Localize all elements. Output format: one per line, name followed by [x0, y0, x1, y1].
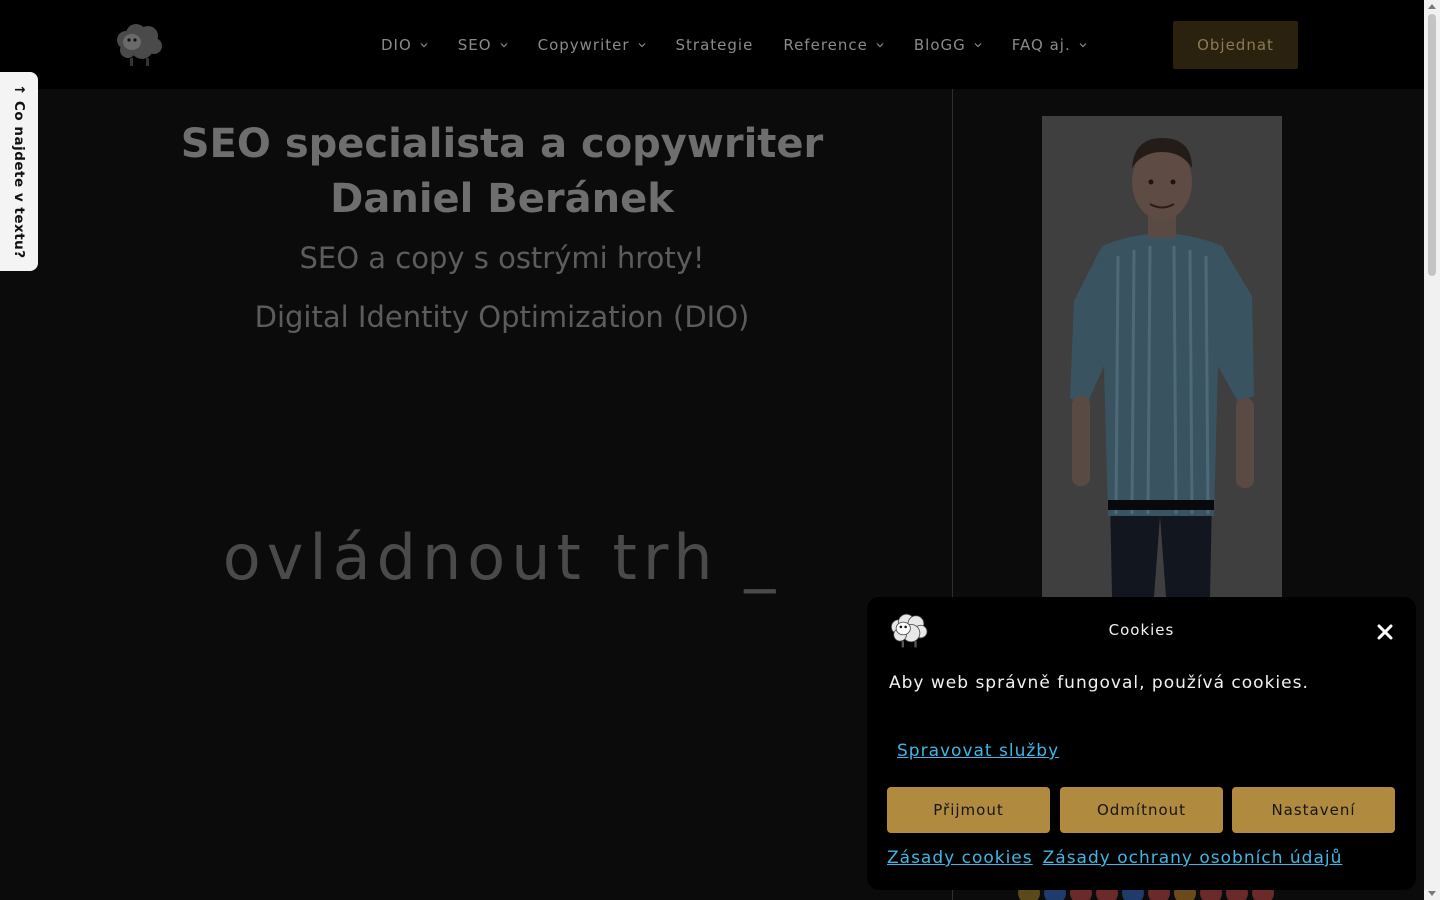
nav-item-blogg[interactable]: BloGG [899, 0, 997, 89]
typed-headline: ovládnout trh _ [222, 521, 782, 594]
nav-label: DIO [381, 35, 412, 54]
chevron-down-icon [876, 42, 884, 47]
cookie-title: Cookies [1108, 621, 1175, 639]
portrait-photo [1042, 116, 1282, 597]
page-scrollbar[interactable] [1424, 0, 1440, 900]
cookie-policy-links: Zásady cookies Zásady ochrany osobních ú… [887, 848, 1342, 868]
order-button[interactable]: Objednat [1173, 21, 1298, 69]
accept-button[interactable]: Přijmout [887, 787, 1050, 833]
nav-item-dio[interactable]: DIO [366, 0, 443, 89]
nav-label: SEO [457, 35, 492, 54]
chevron-down-icon [420, 42, 428, 47]
sheep-logo-icon[interactable] [112, 20, 164, 68]
title-line-2: Daniel Beránek [330, 176, 674, 222]
main-nav: DIO SEO Copywriter Strategie Reference B… [366, 0, 1102, 89]
chevron-down-icon [638, 42, 645, 47]
nav-label: BloGG [913, 35, 966, 54]
site-header: DIO SEO Copywriter Strategie Reference B… [0, 0, 1424, 89]
cookie-policy-link[interactable]: Zásady cookies [887, 848, 1033, 868]
chevron-down-icon [974, 42, 982, 47]
settings-button[interactable]: Nastavení [1232, 787, 1395, 833]
table-of-contents-tab[interactable]: ↑ Co najdete v textu? [0, 72, 38, 271]
chevron-down-icon [500, 42, 508, 47]
cookie-banner: Cookies Aby web správně fungoval, použív… [867, 597, 1416, 890]
nav-label: Copywriter [537, 35, 630, 54]
nav-item-seo[interactable]: SEO [443, 0, 523, 89]
hero-subtitle-dio: Digital Identity Optimization (DIO) [254, 300, 750, 334]
chevron-down-icon [1079, 42, 1087, 47]
scroll-up-arrow-icon[interactable] [1428, 4, 1436, 9]
scroll-down-arrow-icon[interactable] [1428, 891, 1436, 896]
close-icon[interactable] [1375, 622, 1395, 642]
reject-button[interactable]: Odmítnout [1060, 787, 1223, 833]
nav-item-strategie[interactable]: Strategie [661, 0, 769, 89]
scroll-thumb[interactable] [1428, 14, 1436, 276]
hero-subtitle: SEO a copy s ostrými hroty! [299, 241, 705, 275]
manage-services-link[interactable]: Spravovat služby [897, 741, 1059, 761]
title-line-1: SEO specialista a copywriter [180, 121, 824, 167]
nav-label: FAQ aj. [1011, 35, 1071, 54]
privacy-policy-link[interactable]: Zásady ochrany osobních údajů [1043, 848, 1343, 868]
hero-section: SEO specialista a copywriter Daniel Berá… [52, 89, 952, 900]
nav-label: Strategie [675, 35, 754, 54]
nav-label: Reference [783, 35, 868, 54]
page-title: SEO specialista a copywriter Daniel Berá… [52, 117, 952, 227]
cookie-message: Aby web správně fungoval, používá cookie… [889, 673, 1309, 693]
nav-item-copywriter[interactable]: Copywriter [523, 0, 661, 89]
toc-tab-label: ↑ Co najdete v textu? [11, 84, 27, 259]
nav-item-faq[interactable]: FAQ aj. [997, 0, 1102, 89]
nav-item-reference[interactable]: Reference [768, 0, 899, 89]
